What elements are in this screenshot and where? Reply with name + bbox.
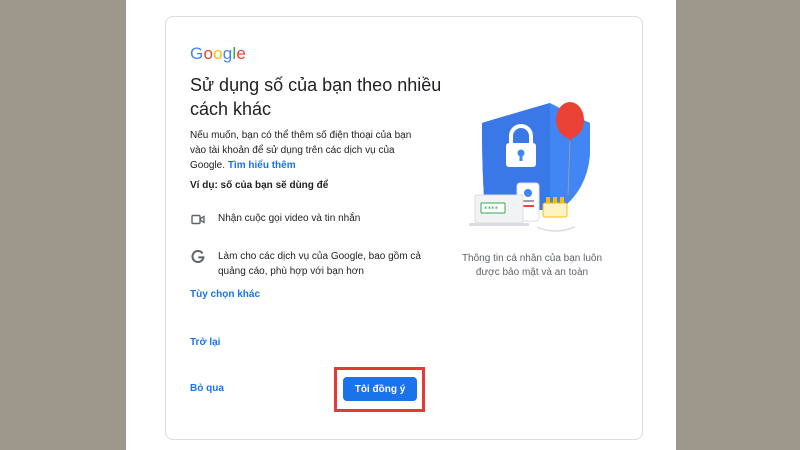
security-caption: Thông tin cá nhân của bạn luôn được bảo … — [461, 253, 603, 278]
more-options-link[interactable]: Tùy chọn khác — [190, 289, 260, 300]
balloon-icon — [556, 102, 584, 138]
intro-text: Nếu muốn, bạn có thể thêm số điện thoại … — [190, 128, 420, 173]
skip-link[interactable]: Bỏ qua — [190, 383, 224, 394]
use-item-label: Nhận cuộc gọi video và tin nhắn — [218, 213, 361, 224]
google-g-icon — [190, 249, 206, 265]
back-link[interactable]: Trở lại — [190, 337, 220, 348]
use-item-video: Nhận cuộc gọi video và tin nhắn — [190, 211, 448, 227]
video-camera-icon — [190, 211, 206, 227]
use-item-ads: Làm cho các dịch vụ của Google, bao gồm … — [190, 249, 448, 279]
security-illustration: **** — [465, 95, 595, 245]
svg-text:****: **** — [484, 205, 499, 213]
page-title: Sử dụng số của bạn theo nhiều cách khác — [190, 75, 442, 119]
google-logo: Google — [190, 44, 247, 63]
intro-body: Nếu muốn, bạn có thể thêm số điện thoại … — [190, 130, 412, 171]
example-heading: Ví dụ: số của bạn sẽ dùng để — [190, 180, 329, 191]
learn-more-link[interactable]: Tìm hiểu thêm — [228, 160, 296, 171]
cake-icon — [542, 202, 568, 218]
highlight-box — [334, 367, 425, 412]
use-item-label: Làm cho các dịch vụ của Google, bao gồm … — [218, 251, 421, 277]
